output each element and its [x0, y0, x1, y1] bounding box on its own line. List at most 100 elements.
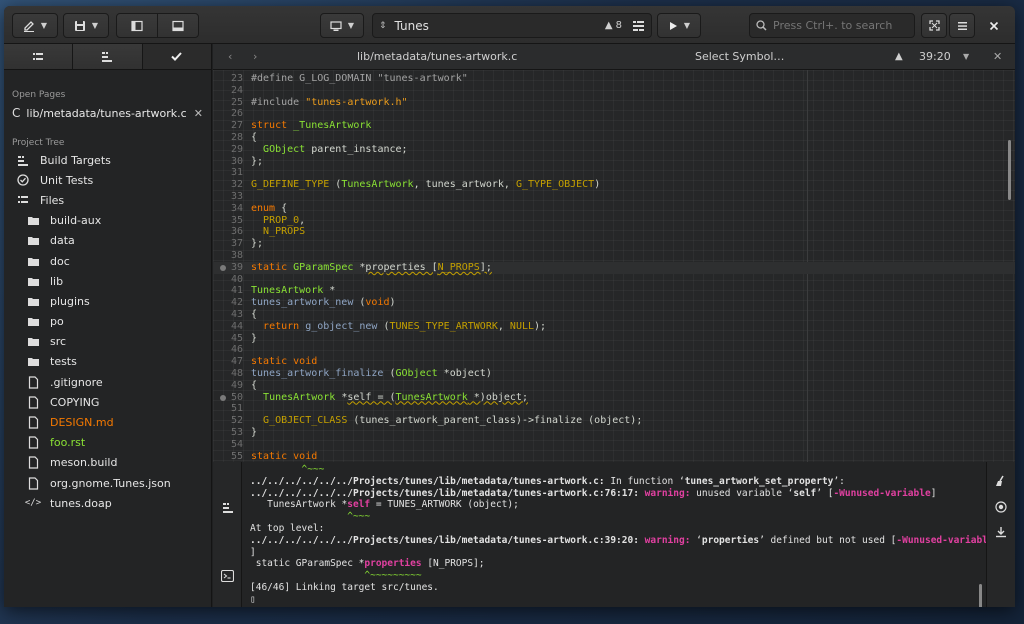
code-line: 45} [213, 333, 1015, 345]
code-line: 42 tunes_artwork_new (void) [213, 297, 1015, 309]
toggle-sidebar-button[interactable] [116, 13, 158, 38]
line-number: 52 [230, 415, 243, 427]
code-line: 48 tunes_artwork_finalize (GObject *objec… [213, 368, 1015, 380]
file-item[interactable]: </> tunes.doap [4, 493, 211, 513]
file-item[interactable]: .gitignore [4, 372, 211, 392]
code-line: 55 static void [213, 451, 1015, 462]
build-log-icon[interactable] [632, 20, 645, 32]
code-text: static void [251, 356, 318, 368]
header-bar: ▼ ▼ ▼ ⇕ Tunes ▲ 8 ▼ Press Ctrl+. to sear… [4, 6, 1015, 44]
open-page-item[interactable]: C lib/metadata/tunes-artwork.c ✕ [4, 102, 211, 124]
save-log-icon[interactable] [995, 526, 1007, 538]
warning-count-badge[interactable]: ▲ 8 [605, 20, 622, 31]
tab-project-tree[interactable] [4, 44, 74, 69]
back-arrow-icon[interactable]: ‹ [228, 50, 232, 63]
unit-tests-icon [16, 174, 30, 186]
code-line: 23 #define G_LOG_DOMAIN "tunes-artwork" [213, 73, 1015, 85]
fullscreen-button[interactable] [921, 13, 947, 38]
code-line: 33 [213, 191, 1015, 203]
stop-icon[interactable] [995, 501, 1007, 513]
run-button[interactable]: ▼ [657, 13, 701, 38]
terminal-line: At top level: [250, 523, 325, 534]
forward-arrow-icon[interactable]: › [253, 50, 257, 63]
file-label: src [50, 335, 67, 349]
code-text: { [251, 132, 258, 143]
file-item[interactable]: org.gnome.Tunes.json [4, 473, 211, 493]
tab-build-targets[interactable] [73, 44, 143, 69]
close-window-button[interactable] [981, 13, 1007, 38]
code-line: 25 #include "tunes-artwork.h" [213, 97, 1015, 109]
folder-item[interactable]: po [4, 312, 211, 332]
code-text: G_DEFINE_TYPE (TunesArtwork, tunes_artwo… [251, 179, 601, 191]
code-line: 39 static GParamSpec *properties [N_PROPS… [213, 261, 1015, 274]
file-label: tunes.doap [50, 496, 112, 510]
line-number: 26 [230, 108, 243, 120]
bottom-panel-icon [172, 20, 184, 32]
folder-icon [26, 235, 40, 246]
file-path[interactable]: lib/metadata/tunes-artwork.c [357, 50, 517, 63]
line-number: 28 [230, 132, 243, 143]
hamburger-icon [957, 21, 968, 31]
terminal-icon[interactable] [221, 570, 234, 582]
tree-item-build-targets[interactable]: Build Targets [4, 150, 211, 170]
toggle-bottom-panel-button[interactable] [157, 13, 199, 38]
checkmark-icon [171, 52, 183, 61]
cursor-position[interactable]: 39:20 [919, 50, 951, 63]
folder-item[interactable]: lib [4, 271, 211, 291]
source-editor[interactable]: 23 #define G_LOG_DOMAIN "tunes-artwork" 24… [213, 70, 1015, 462]
code-line: 30}; [213, 156, 1015, 168]
editor-scrollbar[interactable] [1008, 140, 1011, 200]
folder-item[interactable]: doc [4, 251, 211, 271]
folder-icon [26, 215, 40, 226]
folder-item[interactable]: plugins [4, 291, 211, 311]
warning-icon[interactable]: ▲ [895, 51, 903, 62]
terminal-scrollbar[interactable] [979, 584, 982, 607]
code-text: struct _TunesArtwork [251, 120, 372, 132]
search-input[interactable] [773, 19, 903, 32]
code-line: 27 struct _TunesArtwork [213, 120, 1015, 132]
file-label: build-aux [50, 214, 102, 228]
code-text: #define G_LOG_DOMAIN "tunes-artwork" [251, 73, 468, 84]
file-label: foo.rst [50, 436, 86, 450]
symbol-selector[interactable]: Select Symbol… [695, 50, 784, 63]
code-text: }; [251, 155, 264, 167]
save-menu-button[interactable]: ▼ [63, 13, 109, 38]
warning-icon: ▲ [604, 20, 613, 31]
folder-item[interactable]: data [4, 231, 211, 251]
tab-todo[interactable] [142, 44, 211, 69]
device-selector-button[interactable]: ▼ [320, 13, 364, 38]
folder-item[interactable]: build-aux [4, 211, 211, 231]
terminal-line: ../../../../../../Projects/tunes/lib/met… [250, 475, 845, 487]
project-title-box[interactable]: ⇕ Tunes ▲ 8 [372, 13, 652, 38]
file-item[interactable]: meson.build [4, 453, 211, 473]
save-icon [74, 20, 86, 32]
folder-item[interactable]: src [4, 332, 211, 352]
code-line: 24 [213, 85, 1015, 97]
file-item[interactable]: foo.rst [4, 433, 211, 453]
folder-icon [26, 336, 40, 347]
chevron-down-icon: ▼ [683, 21, 691, 30]
line-number: 49 [230, 379, 243, 391]
file-label: org.gnome.Tunes.json [50, 476, 171, 490]
chevron-down-icon: ▼ [40, 21, 48, 30]
play-icon [668, 21, 678, 31]
clear-broom-icon[interactable] [995, 475, 1007, 487]
file-item[interactable]: COPYING [4, 392, 211, 412]
line-number: 34 [230, 202, 243, 214]
edit-menu-button[interactable]: ▼ [12, 13, 58, 38]
chevron-down-icon[interactable]: ▼ [963, 52, 969, 61]
build-log-icon[interactable] [222, 502, 234, 513]
line-number: 33 [230, 191, 243, 202]
main-menu-button[interactable] [949, 13, 975, 38]
search-box[interactable] [749, 13, 915, 38]
close-icon[interactable]: ✕ [993, 50, 1002, 63]
line-number: 50 [230, 391, 243, 403]
tree-item-unit-tests[interactable]: Unit Tests [4, 170, 211, 190]
code-text: return g_object_new (TUNES_TYPE_ARTWORK,… [263, 320, 547, 332]
file-item[interactable]: DESIGN.md [4, 412, 211, 432]
tree-item-label: Files [40, 193, 65, 207]
folder-item[interactable]: tests [4, 352, 211, 372]
close-icon[interactable]: ✕ [194, 107, 203, 120]
build-output-terminal[interactable]: ^~~~ ../../../../../../Projects/tunes/lib… [242, 462, 986, 607]
tree-item-files[interactable]: Files [4, 190, 211, 210]
